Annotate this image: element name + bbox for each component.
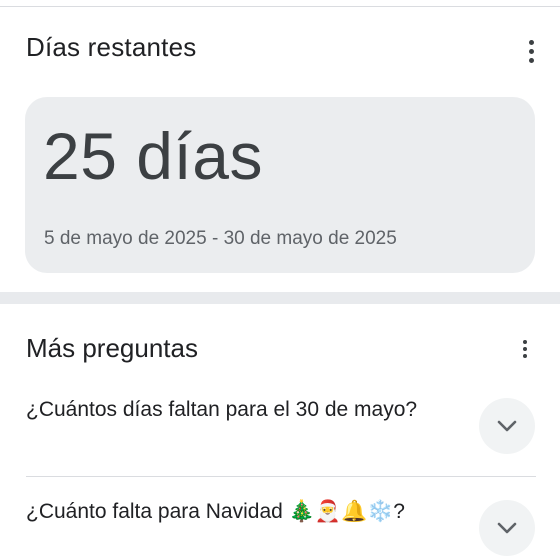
card-title: Días restantes (26, 32, 197, 62)
more-vert-icon[interactable] (521, 36, 541, 66)
expand-button[interactable] (479, 398, 535, 454)
row-divider (26, 476, 536, 477)
expand-button[interactable] (479, 500, 535, 556)
more-vert-icon[interactable] (515, 337, 535, 361)
chevron-down-icon (497, 522, 517, 534)
chevron-down-icon (497, 420, 517, 432)
top-divider (0, 0, 560, 7)
more-questions-title: Más preguntas (26, 333, 198, 363)
question-item[interactable]: ¿Cuánto falta para Navidad 🎄🎅🔔❄️? (26, 497, 436, 527)
section-separator (0, 292, 560, 304)
result-box: 25 días 5 de mayo de 2025 - 30 de mayo d… (25, 97, 535, 273)
question-item[interactable]: ¿Cuántos días faltan para el 30 de mayo? (26, 395, 436, 425)
search-results-page: Días restantes 25 días 5 de mayo de 2025… (0, 0, 560, 560)
result-value: 25 días (43, 119, 263, 193)
date-range: 5 de mayo de 2025 - 30 de mayo de 2025 (44, 228, 397, 249)
